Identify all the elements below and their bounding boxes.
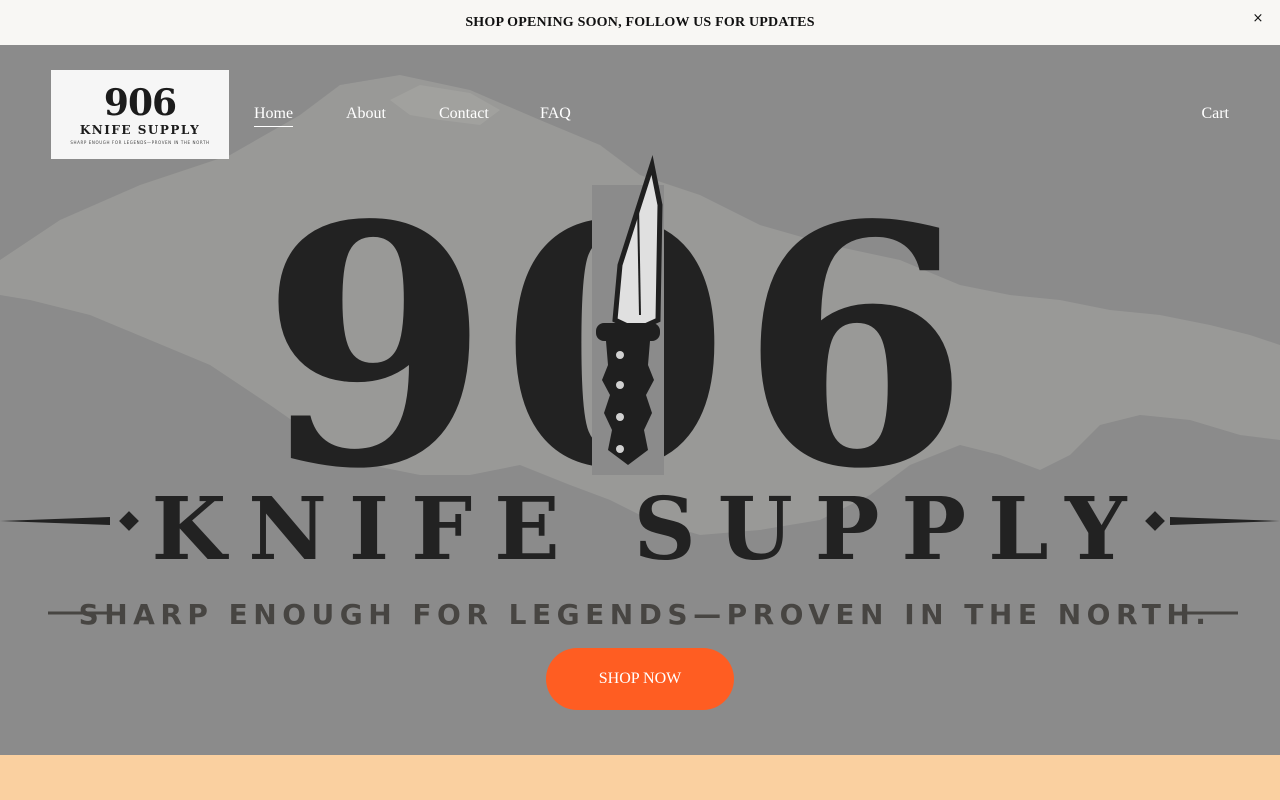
site-logo[interactable]: 906 KNIFE SUPPLY SHARP ENOUGH FOR LEGEND…: [51, 70, 229, 159]
announcement-bar: SHOP OPENING SOON, FOLLOW US FOR UPDATES…: [0, 0, 1280, 45]
nav-home[interactable]: Home: [254, 105, 294, 127]
logo-name: KNIFE SUPPLY: [79, 122, 201, 137]
knife-icon: [592, 155, 664, 475]
logo-tagline: SHARP ENOUGH FOR LEGENDS—PROVEN IN THE N…: [70, 139, 210, 145]
hero-tagline: SHARP ENOUGH FOR LEGENDS—PROVEN IN THE N…: [79, 598, 1212, 631]
close-icon[interactable]: ×: [1250, 9, 1266, 29]
nav-about[interactable]: About: [346, 105, 386, 126]
next-section-band: [0, 755, 1280, 800]
hero-name: KNIFE SUPPLY: [152, 479, 1149, 580]
hero-divider-right: [1145, 511, 1280, 531]
nav-contact[interactable]: Contact: [439, 105, 489, 126]
logo-number: 906: [103, 81, 177, 124]
shop-now-button[interactable]: SHOP NOW: [546, 648, 734, 710]
announcement-text: SHOP OPENING SOON, FOLLOW US FOR UPDATES: [465, 14, 815, 30]
cart-link[interactable]: Cart: [1201, 105, 1229, 123]
hero-divider-left: [0, 511, 139, 531]
nav-faq[interactable]: FAQ: [540, 105, 571, 126]
